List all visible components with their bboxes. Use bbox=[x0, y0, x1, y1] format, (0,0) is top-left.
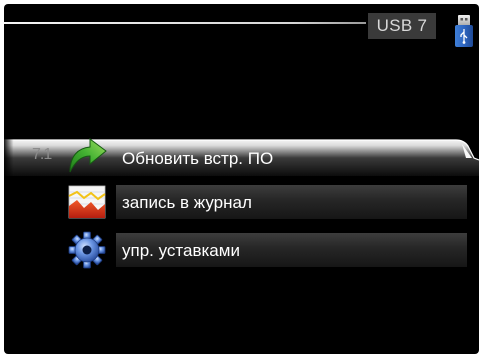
menu-item-number: 7.1 bbox=[32, 146, 52, 163]
menu-item-label: запись в журнал bbox=[122, 193, 252, 212]
menu-item-setpoint-management[interactable]: упр. уставками bbox=[4, 231, 479, 269]
menu-item-logging[interactable]: запись в журнал bbox=[4, 185, 479, 219]
gear-icon bbox=[68, 231, 106, 269]
usb-stick-icon bbox=[455, 15, 473, 47]
update-arrow-icon bbox=[69, 138, 107, 173]
menu-title: USB 7 bbox=[368, 13, 436, 39]
screen: USB 7 7.1 Обновить встр. ПО запись в жур… bbox=[4, 4, 479, 354]
menu-item-label: упр. уставками bbox=[122, 241, 240, 260]
header-divider bbox=[4, 22, 366, 24]
menu-item-update-firmware[interactable]: 7.1 Обновить встр. ПО bbox=[4, 138, 479, 176]
log-chart-icon bbox=[68, 185, 106, 219]
menu-item-label: Обновить встр. ПО bbox=[122, 149, 274, 168]
